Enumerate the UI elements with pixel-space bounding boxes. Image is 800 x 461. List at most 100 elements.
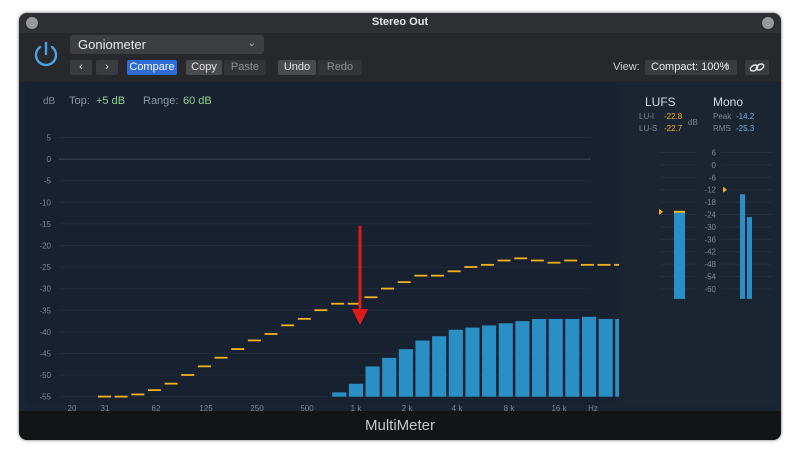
compare-button[interactable]: Compare: [127, 60, 177, 75]
x-tick-label: 4 k: [452, 404, 464, 411]
lufs-unit: dB: [688, 118, 698, 127]
peak-hold-marker: [414, 274, 428, 277]
x-tick-label: 20: [68, 404, 77, 411]
meter-scale-label: -42: [704, 248, 716, 257]
spectrum-bar: [548, 318, 563, 397]
chevron-updown-icon: ⇕: [723, 62, 731, 72]
peak-hold-marker: [564, 259, 578, 262]
lufs-level-bar: [674, 211, 685, 299]
spectrum-bar: [581, 316, 597, 397]
spectrum-bar: [465, 327, 480, 397]
y-tick-label: -55: [39, 393, 51, 402]
x-tick-label: Hz: [588, 404, 598, 411]
peak-hold-marker: [381, 287, 395, 290]
spectrum-bar: [498, 323, 513, 397]
peak-hold-marker: [98, 395, 111, 398]
spectrum-bar: [532, 318, 547, 397]
lufs-lui-value: -22.8: [664, 112, 683, 121]
lufs-lus-label: LU-S: [639, 124, 657, 133]
link-icon[interactable]: [745, 60, 769, 75]
x-tick-label: 250: [250, 404, 264, 411]
peak-hold-marker: [331, 302, 345, 305]
window-title: Stereo Out: [371, 16, 429, 28]
spectrum-bar: [382, 357, 397, 397]
peak-hold-marker: [197, 365, 211, 368]
peak-hold-marker: [131, 393, 145, 396]
x-tick-label: 16 k: [551, 404, 567, 411]
peak-hold-marker: [147, 389, 161, 392]
peak-hold-marker: [547, 261, 561, 264]
meter-scale-label: -24: [704, 211, 716, 220]
peak-hold-marker: [514, 257, 528, 260]
meter-scale-label: -48: [704, 260, 716, 269]
meter-scale-label: -18: [704, 198, 716, 207]
spectrum-bar: [615, 318, 619, 397]
peak-hold-marker: [297, 317, 311, 320]
y-tick-label: 0: [47, 155, 52, 164]
mono-rms-bar: [747, 217, 752, 299]
mono-title: Mono: [713, 95, 743, 109]
range-label: Range:: [143, 95, 178, 107]
spectrum-bar: [398, 349, 413, 397]
y-tick-label: -20: [39, 242, 51, 251]
redo-button[interactable]: Redo: [318, 60, 362, 75]
y-tick-label: -35: [39, 306, 51, 315]
spectrum-bar: [598, 318, 613, 397]
top-value[interactable]: +5 dB: [96, 95, 125, 107]
power-icon[interactable]: [31, 39, 61, 69]
peak-hold-marker: [231, 348, 245, 350]
x-tick-label: 125: [199, 404, 213, 411]
y-tick-label: -25: [39, 263, 51, 272]
mono-peak-value: -14.2: [736, 112, 755, 121]
lufs-lus-value: -22.7: [664, 124, 683, 133]
paste-button[interactable]: Paste: [224, 60, 266, 75]
spectrum-bar: [415, 340, 430, 397]
spectrum-bar: [448, 329, 463, 397]
meter-scale-label: 6: [712, 149, 717, 158]
y-tick-label: -50: [39, 371, 51, 380]
undo-button[interactable]: Undo: [278, 60, 316, 75]
peak-hold-marker: [580, 263, 594, 266]
x-tick-label: 500: [300, 404, 314, 411]
x-tick-label: 62: [152, 404, 161, 411]
plugin-window: Stereo Out Goniometer ⌄ ‹ › Compare Copy…: [19, 13, 781, 440]
peak-hold-marker: [114, 395, 128, 398]
peak-hold-marker: [264, 333, 278, 335]
peak-hold-marker: [614, 263, 619, 266]
y-tick-label: -5: [44, 177, 52, 186]
next-preset-button[interactable]: ›: [96, 60, 118, 75]
spectrum-bar: [432, 336, 447, 397]
previous-preset-button[interactable]: ‹: [70, 60, 92, 75]
peak-hold-marker: [247, 339, 261, 342]
y-tick-label: -10: [39, 198, 51, 207]
footer-bar: MultiMeter: [19, 411, 781, 440]
meter-area: 5 0 -5 -10 -15 -20 -25 -30 -35 -40 -45 -50 -55 20 31 62…: [19, 81, 781, 411]
plugin-name: MultiMeter: [364, 417, 435, 434]
peak-hold-marker: [281, 324, 295, 327]
meter-scale-label: -12: [704, 186, 716, 195]
peak-hold-marker: [530, 259, 544, 262]
x-tick-label: 8 k: [504, 404, 516, 411]
chevron-left-icon: ‹: [79, 61, 83, 73]
view-label: View:: [613, 61, 640, 73]
peak-hold-marker: [397, 281, 411, 284]
peak-hold-marker: [181, 374, 195, 376]
lufs-lui-label: LU-I: [639, 112, 654, 121]
preset-select[interactable]: Goniometer ⌄: [70, 35, 264, 54]
copy-button[interactable]: Copy: [186, 60, 222, 75]
x-tick-label: 1 k: [351, 404, 363, 411]
range-value[interactable]: 60 dB: [183, 95, 212, 107]
chevron-down-icon: ⌄: [247, 38, 256, 49]
spectrum-bar: [348, 383, 363, 397]
title-bar: Stereo Out: [19, 13, 781, 33]
peak-hold-marker: [464, 266, 478, 268]
view-select[interactable]: Compact: 100% ⇕: [645, 60, 737, 75]
y-tick-label: 5: [47, 134, 52, 143]
mono-rms-value: -25.3: [736, 124, 755, 133]
spectrum-analyzer: 5 0 -5 -10 -15 -20 -25 -30 -35 -40 -45 -50 -55 20 31 62…: [26, 83, 619, 411]
lufs-peak-marker: [674, 210, 685, 213]
meter-scale-label: -60: [704, 285, 716, 294]
peak-hold-marker: [364, 296, 378, 299]
meter-scale-label: -30: [704, 223, 716, 232]
preset-name: Goniometer: [78, 37, 146, 52]
